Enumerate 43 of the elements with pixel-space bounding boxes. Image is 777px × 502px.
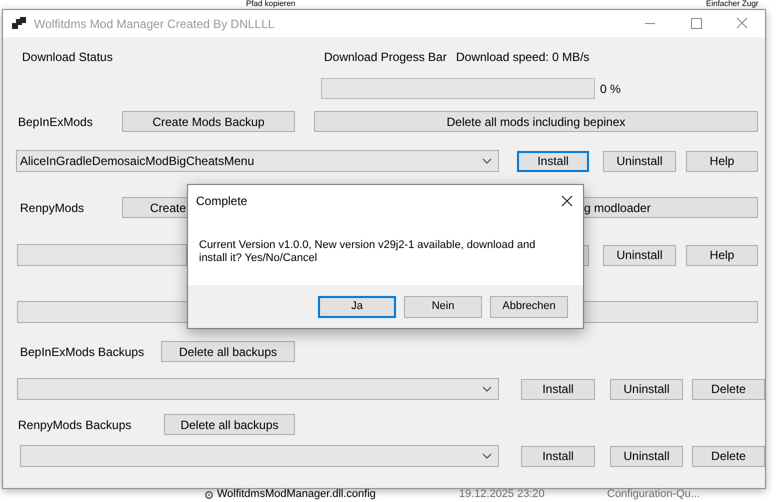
toolbar-item[interactable]: Einfacher Zugr	[706, 0, 758, 8]
button[interactable]: Help	[686, 150, 758, 172]
progress-label: Download Progess Bar	[324, 49, 448, 66]
window-title: Wolfitdms Mod Manager Created By DNLLLL	[34, 16, 275, 32]
speed-label: Download speed: 0 MB/s	[456, 49, 590, 66]
button[interactable]: Delete	[692, 378, 765, 400]
button[interactable]: Nein	[404, 296, 482, 318]
file-name[interactable]: WolfitdmsModManager.dll.config	[217, 489, 376, 500]
button[interactable]: Uninstall	[610, 378, 683, 400]
section-label: BepInExMods Backups	[20, 344, 146, 360]
dropdown[interactable]	[17, 378, 499, 400]
toolbar-item[interactable]: Pfad kopieren	[246, 0, 296, 8]
button[interactable]: Delete all backups	[161, 341, 295, 362]
close-icon[interactable]	[561, 195, 573, 207]
dialog-message: Current Version v1.0.0, New version v29j2-1 available, download and install it? Yes/No/Cancel	[199, 239, 536, 265]
section-label: BepInExMods	[18, 114, 94, 130]
chevron-down-icon	[482, 158, 492, 164]
dropdown[interactable]: AliceInGradleDemosaicModBigCheatsMenu	[16, 150, 499, 172]
file-date: 19.12.2025 23:20	[459, 489, 545, 500]
dialog-title: Complete	[196, 193, 248, 210]
chevron-down-icon	[482, 453, 492, 459]
status-label: Download Status	[22, 49, 114, 66]
button[interactable]: Uninstall	[603, 150, 676, 172]
section-label: RenpyMods Backups	[18, 416, 132, 434]
button[interactable]: Delete all mods including bepinex	[314, 111, 758, 132]
app-icon	[12, 16, 26, 30]
button[interactable]: Abbrechen	[490, 296, 568, 318]
button[interactable]: Delete	[692, 446, 765, 466]
dropdown[interactable]	[17, 244, 187, 266]
button[interactable]: Install	[521, 378, 595, 400]
percent-label: 0 %	[600, 80, 621, 98]
button[interactable]: Ja	[318, 296, 396, 318]
button[interactable]: Uninstall	[603, 244, 676, 266]
button[interactable]: Install	[521, 446, 595, 466]
button[interactable]: Help	[686, 244, 758, 266]
button[interactable]: Delete all backups	[164, 414, 295, 435]
dropdown[interactable]	[20, 445, 499, 467]
file-type: Configuration-Qu...	[607, 489, 700, 500]
section-label: RenpyMods	[20, 200, 86, 216]
button[interactable]: Install	[517, 150, 589, 172]
button[interactable]: Uninstall	[610, 446, 683, 466]
button[interactable]: Create Mods Backup	[122, 111, 295, 132]
chevron-down-icon	[482, 386, 492, 392]
